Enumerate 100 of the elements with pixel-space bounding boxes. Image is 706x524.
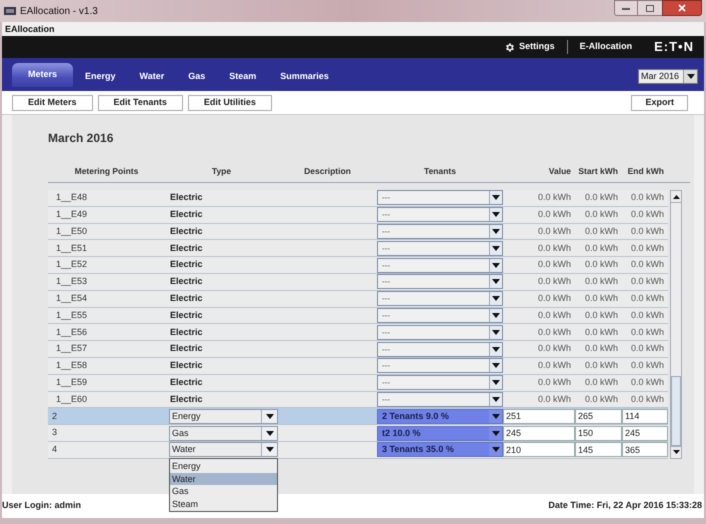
end-kwh-cell-text: 0.0 kWh: [630, 392, 665, 406]
caret-down-icon: [492, 363, 500, 368]
table-row[interactable]: 1__E48 Electric --- 0.0 kWh 0.0 kWh 0.0 kWh: [48, 190, 668, 207]
value-input[interactable]: 245: [503, 426, 575, 441]
dropdown-option[interactable]: Energy: [170, 460, 277, 473]
table-row[interactable]: 2 Energy 2 Tenants 9.0 % 251 265 114: [48, 408, 668, 426]
metering-point: 2: [51, 410, 58, 422]
caret-down-icon: [492, 414, 500, 419]
value-cell-text: 0.0 kWh: [536, 326, 572, 339]
tenants-dropdown[interactable]: 3 Tenants 35.0 %: [377, 442, 503, 458]
tenants-dropdown[interactable]: ---: [377, 392, 503, 407]
tenants-dropdown[interactable]: ---: [377, 308, 503, 323]
table-row[interactable]: 1__E50 Electric --- 0.0 kWh 0.0 kWh 0.0 kWh: [48, 224, 668, 240]
tenants-dropdown[interactable]: ---: [377, 291, 503, 306]
caret-down-icon: [492, 246, 500, 251]
tenants-dropdown[interactable]: ---: [377, 375, 503, 390]
dropdown-option[interactable]: Steam: [170, 498, 277, 510]
table-row[interactable]: 1__E59 Electric --- 0.0 kWh 0.0 kWh 0.0 kWh: [48, 374, 668, 392]
end-kwh-input[interactable]: 114: [622, 408, 668, 424]
tenants-dropdown[interactable]: ---: [377, 207, 503, 222]
end-kwh-cell-text: 0.0 kWh: [630, 275, 665, 288]
tab[interactable]: Gas: [176, 63, 218, 87]
caret-down-icon: [492, 447, 500, 452]
tenants-dropdown[interactable]: ---: [377, 342, 503, 357]
value-cell-text: 0.0 kWh: [536, 191, 572, 204]
caret-down-icon: [492, 380, 500, 386]
value-cell-text: 0.0 kWh: [536, 224, 572, 238]
table-row[interactable]: 1__E55 Electric --- 0.0 kWh 0.0 kWh 0.0 kWh: [48, 308, 668, 324]
meter-type: Electric: [169, 392, 204, 406]
month-dropdown[interactable]: Mar 2016: [638, 69, 698, 84]
toolbar-button[interactable]: Edit Tenants: [98, 94, 183, 110]
tab[interactable]: Water: [128, 63, 176, 87]
table-row[interactable]: 1__E53 Electric --- 0.0 kWh 0.0 kWh 0.0 kWh: [48, 274, 668, 291]
caret-down-icon: [492, 346, 500, 352]
tab[interactable]: Steam: [217, 63, 268, 87]
table-row[interactable]: 1__E57 Electric --- 0.0 kWh 0.0 kWh 0.0 kWh: [48, 341, 668, 358]
tab[interactable]: Summaries: [268, 63, 341, 87]
caret-down-icon: [492, 296, 500, 302]
end-kwh-cell-text: 0.0 kWh: [630, 208, 665, 221]
tenants-dropdown[interactable]: ---: [377, 324, 503, 340]
table-row[interactable]: 1__E49 Electric --- 0.0 kWh 0.0 kWh 0.0 kWh: [48, 206, 668, 224]
caret-down-icon: [266, 447, 274, 452]
tenants-dropdown[interactable]: ---: [377, 258, 503, 273]
toolbar-button[interactable]: Edit Meters: [12, 94, 93, 110]
dropdown-option[interactable]: Gas: [170, 485, 277, 498]
tab[interactable]: Meters: [12, 63, 74, 87]
tenants-dropdown[interactable]: ---: [377, 274, 503, 290]
end-kwh-cell-text: 0.0 kWh: [630, 292, 665, 305]
app-icon: [4, 6, 16, 16]
value-input[interactable]: 251: [503, 408, 575, 424]
type-dropdown[interactable]: Gas: [169, 426, 278, 441]
column-header: Metering Points: [74, 165, 140, 178]
minimize-button[interactable]: [614, 0, 638, 16]
toolbar-button[interactable]: Edit Utilities: [188, 94, 272, 110]
export-button[interactable]: Export: [631, 94, 688, 110]
caret-down-icon: [492, 330, 500, 335]
scrollbar-thumb[interactable]: [671, 376, 681, 446]
table-row[interactable]: 1__E51 Electric --- 0.0 kWh 0.0 kWh 0.0 kWh: [48, 240, 668, 258]
tenants-dropdown[interactable]: t2 10.0 %: [377, 426, 503, 441]
type-dropdown[interactable]: Water: [169, 442, 278, 458]
meter-type: Electric: [169, 342, 204, 356]
column-header: Value: [548, 165, 572, 178]
table-row[interactable]: 3 Gas t2 10.0 % 245 150 245: [48, 425, 668, 442]
start-kwh-input[interactable]: 150: [575, 426, 622, 441]
type-dropdown[interactable]: Energy: [169, 408, 278, 424]
table-row[interactable]: 1__E52 Electric --- 0.0 kWh 0.0 kWh 0.0 kWh: [48, 257, 668, 274]
tab[interactable]: Energy: [73, 63, 128, 87]
end-kwh-input[interactable]: 365: [622, 442, 668, 458]
table-row[interactable]: 1__E56 Electric --- 0.0 kWh 0.0 kWh 0.0 kWh: [48, 324, 668, 342]
metering-point: 1__E56: [55, 326, 88, 339]
maximize-button[interactable]: [638, 0, 662, 16]
start-kwh-input[interactable]: 145: [575, 442, 622, 458]
end-kwh-cell-text: 0.0 kWh: [630, 308, 665, 322]
value-cell-text: 0.0 kWh: [536, 308, 572, 322]
start-kwh-cell-text: 0.0 kWh: [584, 242, 619, 255]
column-header: End kWh: [626, 165, 665, 178]
brand-logo: E:T•N: [654, 38, 694, 56]
table-row[interactable]: 1__E58 Electric --- 0.0 kWh 0.0 kWh 0.0 kWh: [48, 358, 668, 375]
settings-button[interactable]: Settings: [504, 40, 555, 54]
column-header: Type: [210, 165, 232, 178]
tenants-dropdown[interactable]: ---: [377, 358, 503, 374]
metering-point: 1__E49: [55, 208, 88, 221]
tenants-dropdown[interactable]: ---: [377, 240, 503, 256]
meter-type: Electric: [169, 308, 204, 322]
end-kwh-cell-text: 0.0 kWh: [630, 191, 665, 204]
scrollbar[interactable]: [670, 190, 682, 459]
window-title: EAllocation - v1.3: [20, 4, 98, 18]
table-row[interactable]: 1__E54 Electric --- 0.0 kWh 0.0 kWh 0.0 kWh: [48, 290, 668, 308]
value-input[interactable]: 210: [503, 442, 575, 458]
caret-down-icon: [686, 74, 694, 79]
tenants-dropdown[interactable]: 2 Tenants 9.0 %: [377, 408, 503, 424]
close-button[interactable]: [662, 0, 702, 16]
start-kwh-input[interactable]: 265: [575, 408, 622, 424]
tenants-dropdown[interactable]: ---: [377, 190, 503, 206]
tenants-dropdown[interactable]: ---: [377, 224, 503, 239]
end-kwh-input[interactable]: 245: [622, 426, 668, 441]
end-kwh-cell-text: 0.0 kWh: [630, 376, 665, 389]
start-kwh-cell-text: 0.0 kWh: [584, 275, 619, 288]
table-row[interactable]: 1__E60 Electric --- 0.0 kWh 0.0 kWh 0.0 kWh: [48, 392, 668, 408]
dropdown-option[interactable]: Water: [170, 472, 277, 486]
